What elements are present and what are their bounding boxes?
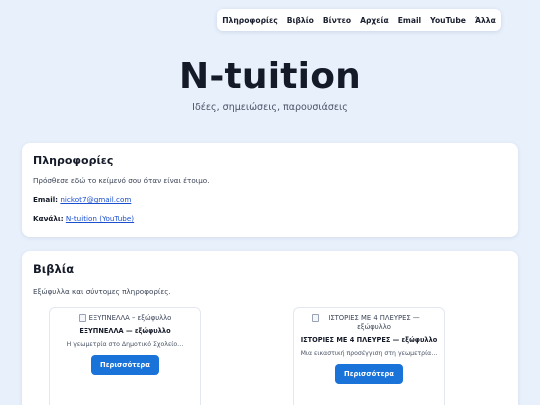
book-description: Μια εικαστική προσέγγιση στη γεωμετρία… bbox=[300, 350, 438, 357]
book-cover-alt: ΙΣΤΟΡΙΕΣ ΜΕ 4 ΠΛΕΥΡΕΣ — εξώφυλλο bbox=[328, 314, 420, 331]
email-label: Email: bbox=[33, 195, 59, 204]
info-heading: Πληροφορίες bbox=[33, 154, 114, 167]
info-card: Πληροφορίες Πρόσθεσε εδώ το κείμενό σου … bbox=[22, 143, 518, 237]
channel-line: Κανάλι: N-tuition (YouTube) bbox=[33, 214, 507, 223]
books-intro: Εξώφυλλα και σύντομες πληροφορίες. bbox=[33, 287, 171, 296]
book-card: ΙΣΤΟΡΙΕΣ ΜΕ 4 ΠΛΕΥΡΕΣ — εξώφυλλο ΙΣΤΟΡΙΕ… bbox=[293, 307, 445, 405]
book-more-button[interactable]: Περισσότερα bbox=[335, 364, 403, 384]
nav-link-files[interactable]: Αρχεία bbox=[360, 16, 389, 25]
books-heading: Βιβλία bbox=[33, 262, 75, 276]
book-cover-image: ΕΞΥΠΝΕΛΛΑ – εξώφυλλο bbox=[50, 314, 200, 323]
email-link[interactable]: nickot7@gmail.com bbox=[60, 195, 131, 204]
nav-link-video[interactable]: Βίντεο bbox=[323, 16, 351, 25]
book-title: ΕΞΥΠΝΕΛΛΑ — εξώφυλλο bbox=[79, 327, 171, 335]
book-title: ΙΣΤΟΡΙΕΣ ΜΕ 4 ΠΛΕΥΡΕΣ — εξώφυλλο bbox=[300, 336, 438, 344]
email-line: Email: nickot7@gmail.com bbox=[33, 195, 507, 204]
book-cover-image: ΙΣΤΟΡΙΕΣ ΜΕ 4 ΠΛΕΥΡΕΣ — εξώφυλλο bbox=[294, 314, 444, 332]
channel-link[interactable]: N-tuition (YouTube) bbox=[66, 214, 134, 223]
nav-link-youtube[interactable]: YouTube bbox=[430, 16, 466, 25]
nav-link-email[interactable]: Email bbox=[398, 16, 421, 25]
nav-link-book[interactable]: Βιβλίο bbox=[287, 16, 314, 25]
channel-label: Κανάλι: bbox=[33, 214, 64, 223]
books-card: Βιβλία Εξώφυλλα και σύντομες πληροφορίες… bbox=[22, 251, 518, 405]
book-cover-alt: ΕΞΥΠΝΕΛΛΑ – εξώφυλλο bbox=[88, 314, 172, 322]
broken-image-icon bbox=[312, 314, 319, 322]
site-title: N-tuition bbox=[179, 56, 361, 97]
nav-link-other[interactable]: Άλλα bbox=[475, 16, 496, 25]
book-card: ΕΞΥΠΝΕΛΛΑ – εξώφυλλο ΕΞΥΠΝΕΛΛΑ — εξώφυλλ… bbox=[49, 307, 201, 405]
broken-image-icon bbox=[78, 314, 86, 322]
top-navigation: Πληροφορίες Βιβλίο Βίντεο Αρχεία Email Y… bbox=[217, 9, 501, 31]
site-subtitle: Ιδέες, σημειώσεις, παρουσιάσεις bbox=[192, 102, 348, 113]
book-description: Η γεωμετρία στο Δημοτικό Σχολείο… bbox=[66, 341, 184, 348]
book-more-button[interactable]: Περισσότερα bbox=[91, 355, 159, 375]
info-text: Πρόσθεσε εδώ το κείμενό σου όταν είναι έ… bbox=[33, 176, 210, 185]
nav-link-info[interactable]: Πληροφορίες bbox=[222, 16, 278, 25]
